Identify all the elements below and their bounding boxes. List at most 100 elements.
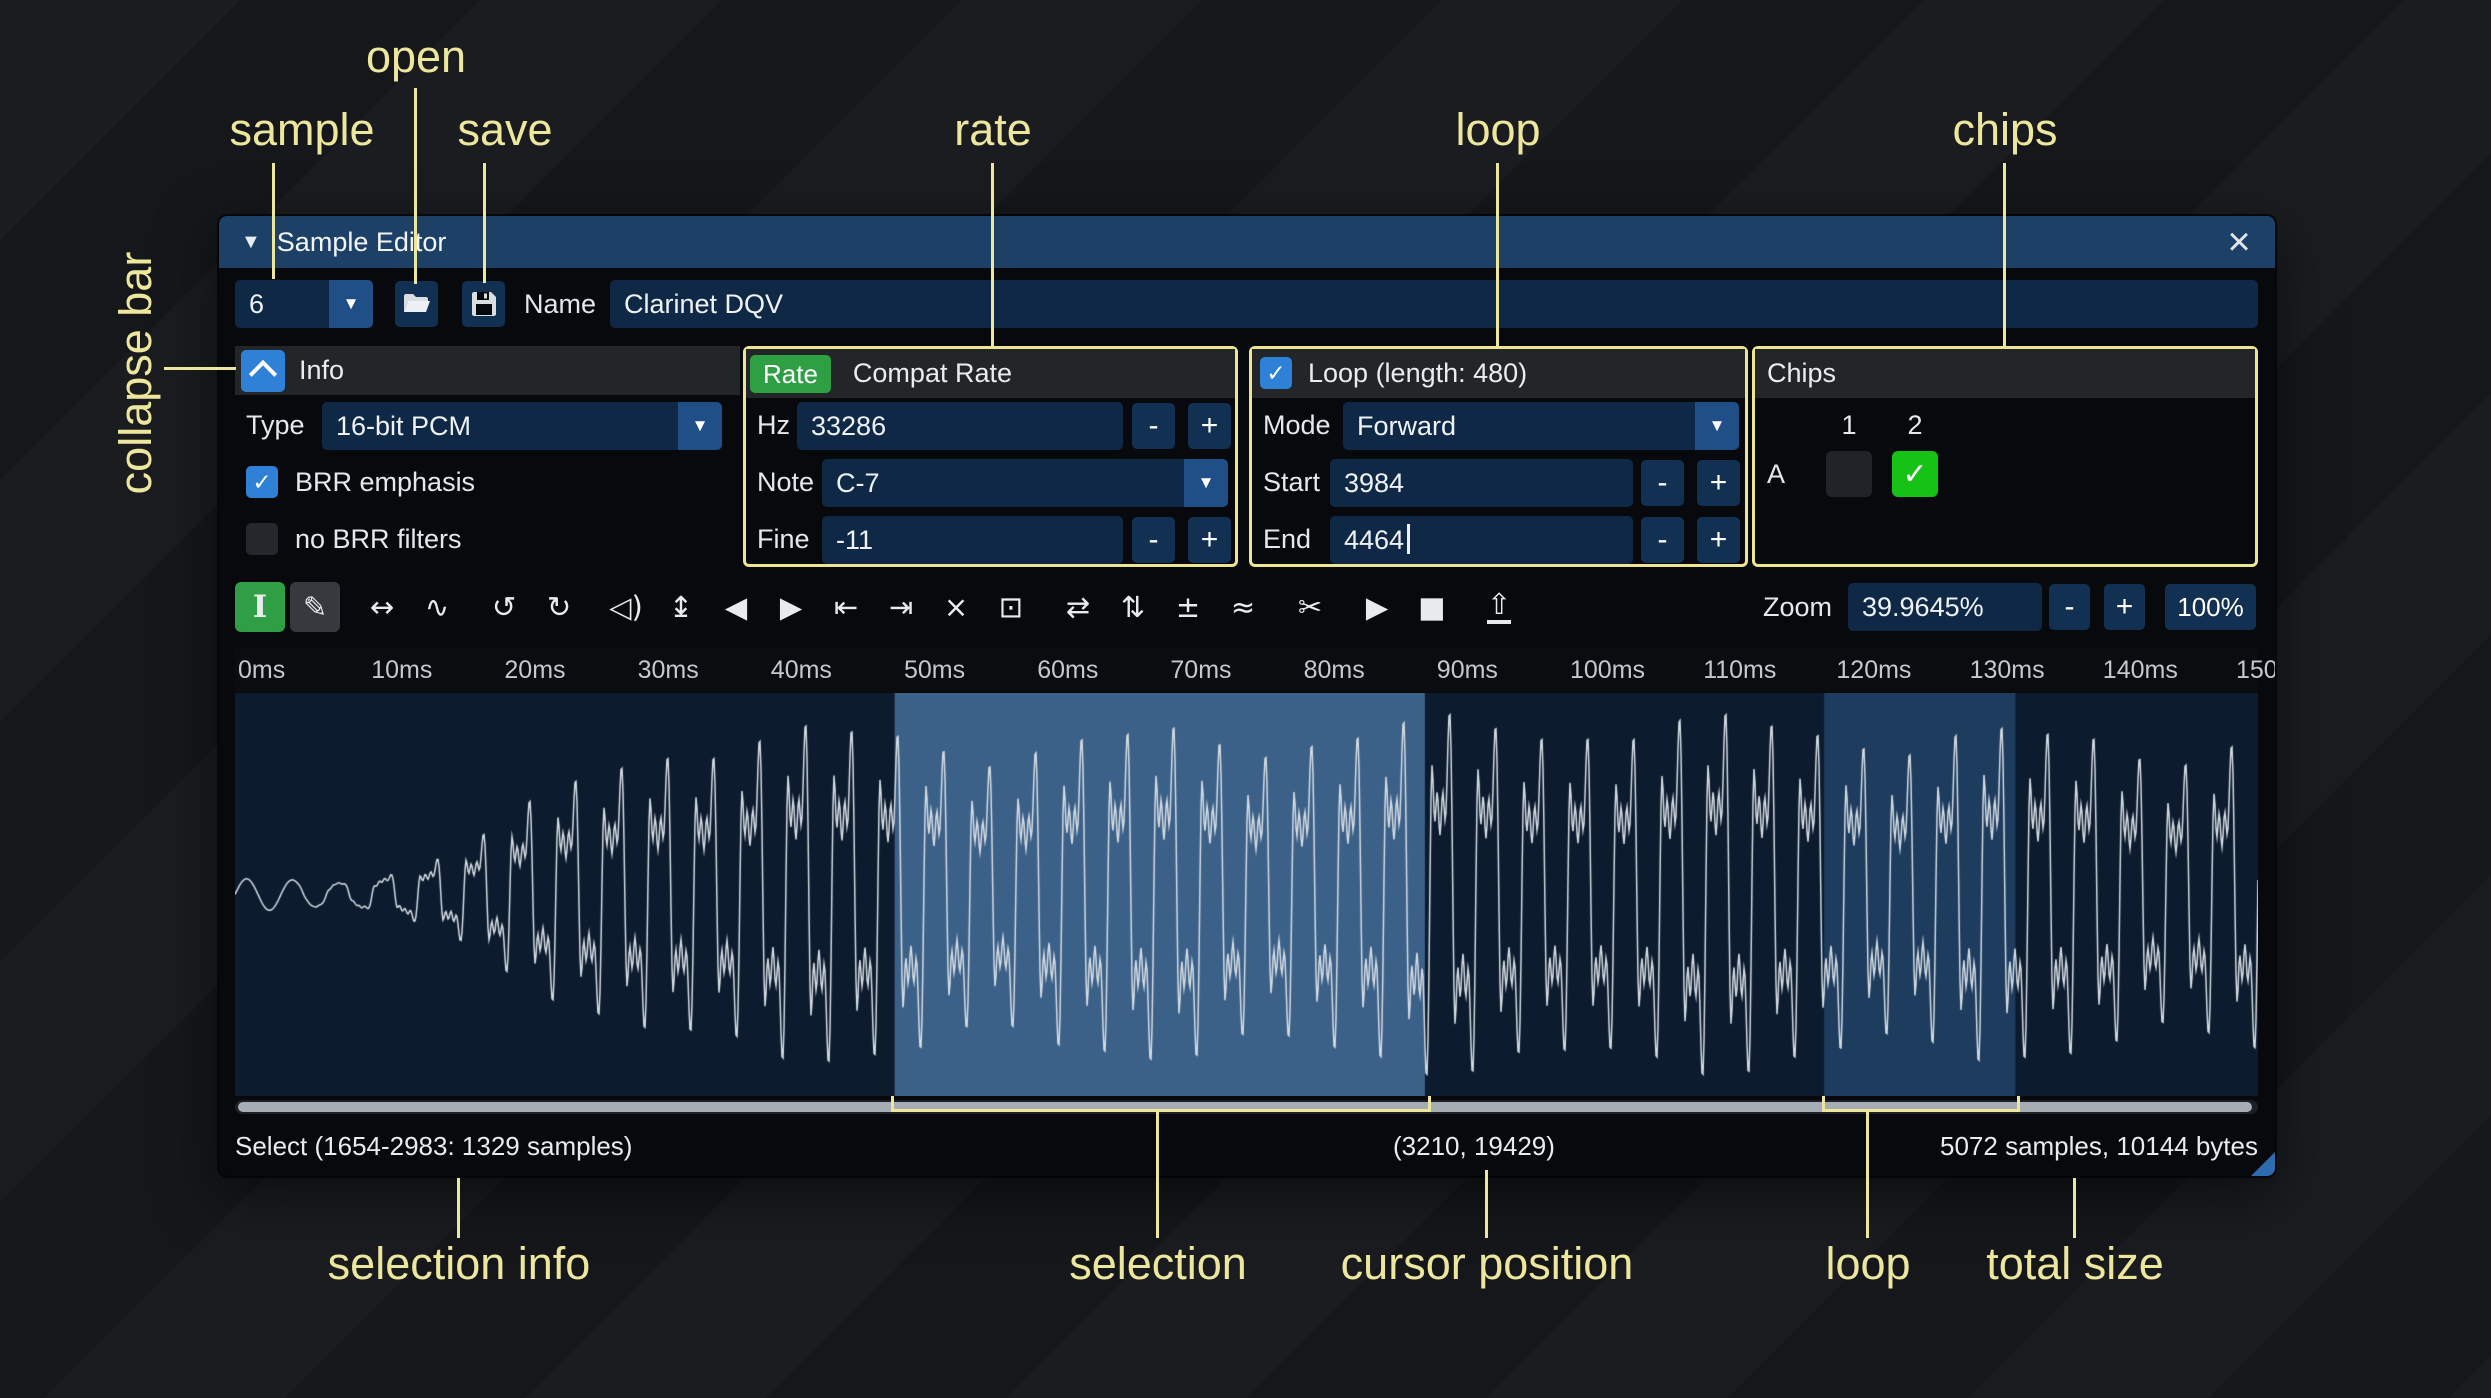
trim-button[interactable]: ⊡ (986, 582, 1036, 632)
window-title: Sample Editor (276, 226, 447, 257)
loop-start-input[interactable]: 3984 (1330, 459, 1633, 507)
edit-mode-select-button[interactable]: I (235, 582, 285, 632)
invert-button[interactable]: ⇅ (1108, 582, 1158, 632)
check-icon: ✓ (1266, 359, 1286, 386)
ruler-tick: 50ms (904, 656, 966, 684)
chips-col-1-label: 1 (1841, 410, 1857, 440)
selection-info-text: Select (1654-2983: 1329 samples) (235, 1131, 633, 1161)
annotation-collapse-bar: collapse bar (110, 251, 161, 495)
resample-button[interactable]: ∿ (412, 582, 462, 632)
chevron-down-icon[interactable]: ▼ (678, 402, 722, 450)
preview-button[interactable]: ▶ (1352, 582, 1402, 632)
rate-badge[interactable]: Rate (750, 354, 831, 393)
loop-panel-header: ✓ Loop (length: 480) (1252, 349, 1745, 398)
undo-icon: ↺ (491, 590, 517, 624)
selection-bracket (891, 1096, 1431, 1112)
chevron-down-icon[interactable]: ▼ (329, 280, 373, 328)
apply-silence-button[interactable]: ⇥ (876, 582, 926, 632)
annotation-line-loop-bottom (1866, 1109, 1869, 1238)
annotation-loop-top: loop (1455, 104, 1541, 155)
close-icon[interactable]: × (2217, 216, 2261, 268)
loop-start-label: Start (1263, 467, 1321, 497)
loop-end-label: End (1263, 524, 1312, 554)
zoom-out-button[interactable]: - (2049, 584, 2090, 630)
chevron-down-icon[interactable]: ▼ (1184, 459, 1228, 507)
sample-select-value: 6 (249, 289, 265, 319)
ruler-tick: 130ms (1969, 656, 2045, 684)
chevron-down-icon[interactable]: ▼ (1695, 402, 1739, 450)
hz-input[interactable]: 33286 (797, 402, 1123, 450)
loop-end-input[interactable]: 4464 (1330, 516, 1633, 564)
zoom-reset-button[interactable]: 100% (2165, 584, 2256, 630)
sample-name-input[interactable]: Clarinet DQV (610, 280, 2258, 328)
annotation-line-save (483, 163, 486, 283)
hz-plus-button[interactable]: + (1188, 403, 1231, 449)
sample-type-value: 16-bit PCM (336, 411, 472, 441)
fine-plus-button[interactable]: + (1188, 517, 1231, 563)
loop-end-minus-button[interactable]: - (1641, 517, 1684, 563)
hz-minus-button[interactable]: - (1132, 403, 1175, 449)
undo-button[interactable]: ↺ (479, 582, 529, 632)
loop-enabled-checkbox[interactable]: ✓ (1260, 357, 1292, 389)
annotation-line-selection (1156, 1109, 1159, 1238)
loop-start-plus-button[interactable]: + (1697, 460, 1740, 506)
normalize-button[interactable]: ↨ (656, 582, 706, 632)
note-select[interactable]: C-7 ▼ (822, 459, 1228, 507)
save-sample-button[interactable] (462, 281, 505, 327)
chips-panel-title: Chips (1767, 358, 1837, 388)
fine-minus-button[interactable]: - (1132, 517, 1175, 563)
loop-end-plus-button[interactable]: + (1697, 517, 1740, 563)
zoom-input[interactable]: 39.9645% (1848, 583, 2042, 631)
hz-value: 33286 (811, 411, 887, 441)
note-value: C-7 (836, 468, 880, 498)
annotation-line-open (414, 88, 417, 284)
stop-preview-button[interactable]: ■ (1407, 582, 1457, 632)
sample-select[interactable]: 6 ▼ (235, 280, 373, 328)
apply-filter-button[interactable]: ≈ (1218, 582, 1268, 632)
resize-button[interactable]: ↔ (357, 582, 407, 632)
waveform-area[interactable] (235, 693, 2258, 1096)
ruler-tick: 30ms (637, 656, 699, 684)
create-wavetable-button[interactable]: ⇧ (1474, 582, 1524, 632)
no-brr-filters-checkbox[interactable] (246, 523, 278, 555)
total-size-text: 5072 samples, 10144 bytes (1940, 1131, 2258, 1161)
collapse-info-button[interactable] (241, 349, 285, 392)
sign-invert-button[interactable]: ± (1163, 582, 1213, 632)
fade-in-button[interactable]: ◀ (711, 582, 761, 632)
brr-emphasis-checkbox[interactable]: ✓ (246, 466, 278, 498)
chip-a1-checkbox[interactable] (1826, 451, 1872, 497)
loop-mode-select[interactable]: Forward ▼ (1343, 402, 1739, 450)
chip-a2-checkbox[interactable]: ✓ (1892, 451, 1938, 497)
sample-type-select[interactable]: 16-bit PCM ▼ (322, 402, 722, 450)
status-bar: Select (1654-2983: 1329 samples) (3210, … (235, 1121, 2258, 1176)
insert-silence-icon: ⇤ (833, 590, 859, 624)
apply-filter-icon: ≈ (1230, 590, 1256, 624)
window-collapse-icon[interactable]: ▼ (241, 231, 261, 254)
delete-button[interactable]: × (931, 582, 981, 632)
normalize-icon: ↨ (668, 590, 694, 624)
amplify-button[interactable]: ◁) (601, 582, 651, 632)
crossfade-loop-button[interactable]: ✂ (1285, 582, 1335, 632)
reverse-button[interactable]: ⇄ (1053, 582, 1103, 632)
fine-input[interactable]: -11 (822, 516, 1123, 564)
insert-silence-button[interactable]: ⇤ (821, 582, 871, 632)
annotation-open: open (365, 31, 467, 82)
annotation-selection-info: selection info (327, 1238, 591, 1289)
loop-panel-title: Loop (length: 480) (1308, 358, 1528, 388)
open-sample-button[interactable] (395, 281, 438, 327)
info-panel: Info Type 16-bit PCM ▼ ✓ BRR emphasis no… (235, 346, 740, 567)
redo-button[interactable]: ↻ (534, 582, 584, 632)
invert-icon: ⇅ (1120, 590, 1146, 624)
note-label: Note (757, 467, 815, 497)
check-icon: ✓ (1902, 457, 1928, 491)
titlebar[interactable]: ▼ Sample Editor × (219, 216, 2275, 268)
waveform-canvas[interactable] (235, 693, 2258, 1096)
loop-start-minus-button[interactable]: - (1641, 460, 1684, 506)
zoom-value: 39.9645% (1862, 592, 1984, 622)
window-resize-grip[interactable] (2251, 1152, 2275, 1176)
crossfade-loop-icon: ✂ (1297, 590, 1323, 624)
zoom-in-button[interactable]: + (2104, 584, 2145, 630)
fade-out-button[interactable]: ▶ (766, 582, 816, 632)
chevron-up-icon (248, 359, 278, 388)
edit-mode-draw-button[interactable]: ✎ (290, 582, 340, 632)
